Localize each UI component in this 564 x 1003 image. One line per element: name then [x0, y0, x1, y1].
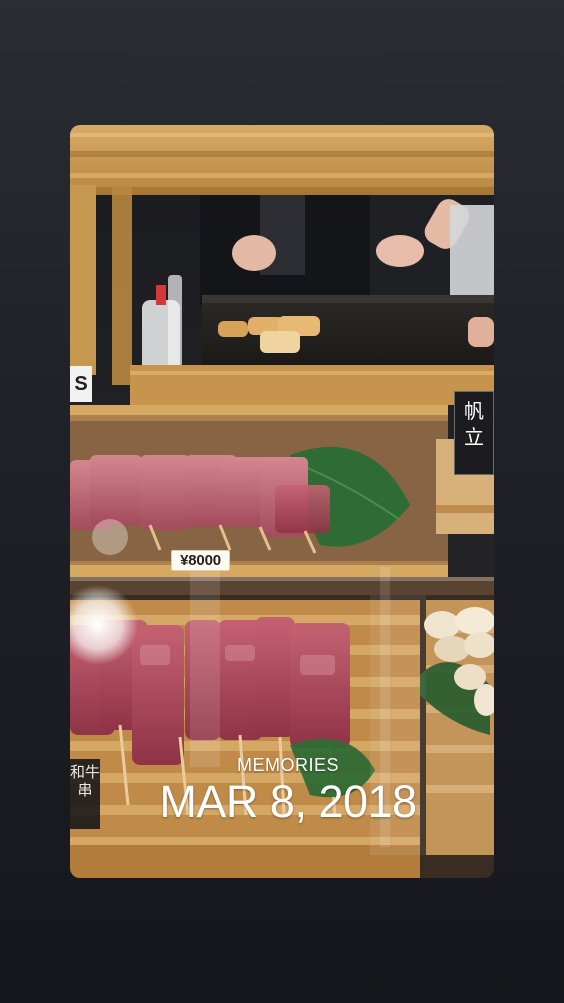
left-wood-post	[70, 185, 96, 375]
display-case-top	[70, 405, 448, 415]
caption-date: MAR 8, 2018	[159, 776, 417, 827]
caption-kicker: MEMORIES	[236, 755, 339, 775]
partial-sign-letter: S	[70, 366, 92, 402]
worker-hand-left	[232, 235, 276, 271]
worker-hand-right	[376, 235, 424, 267]
scallop-sign: 帆立	[454, 391, 494, 475]
price-tag: ¥8000	[171, 550, 230, 571]
memories-caption: MEMORIES MAR 8, 2018	[70, 755, 494, 826]
story-card[interactable]: S 帆立 ¥8000 和牛串 MEMORIES MAR 8, 2018	[70, 125, 494, 878]
grilled-food	[218, 321, 248, 337]
